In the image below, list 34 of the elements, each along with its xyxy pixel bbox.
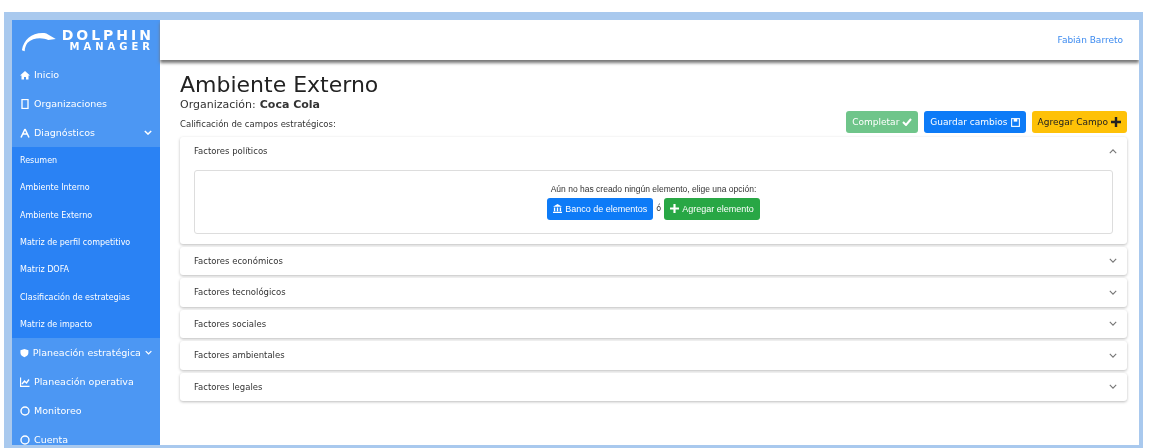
accordion-header[interactable]: Factores sociales	[180, 309, 1127, 338]
logo-text: MANAGER	[69, 42, 154, 52]
page-title: Ambiente Externo	[180, 72, 380, 98]
sidebar-subitem[interactable]: Ambiente Interno	[12, 174, 160, 202]
add-element-button[interactable]: Agregar elemento	[664, 197, 760, 220]
accordion-header[interactable]: Factores ambientales	[180, 341, 1127, 370]
sidebar-item[interactable]: Diagnósticos	[12, 118, 160, 147]
sidebar-item[interactable]: Cuenta	[12, 425, 160, 445]
complete-button[interactable]: Completar	[846, 111, 919, 133]
sidebar-subitem[interactable]: Matriz de impacto	[12, 310, 160, 339]
logo-text: DOLPHIN	[61, 28, 154, 42]
sidebar-subitem[interactable]: Matriz DOFA	[12, 256, 160, 284]
user-link[interactable]: Fabián Barreto	[1057, 35, 1123, 45]
accordion-header[interactable]: Factores políticos	[180, 137, 1127, 166]
accordion-header[interactable]: Factores tecnológicos	[180, 278, 1127, 307]
sidebar-subitem[interactable]: Matriz de perfil competitivo	[12, 228, 160, 257]
sidebar-item[interactable]: Monitoreo	[12, 396, 160, 426]
sidebar-item[interactable]: Planeación estratégica	[12, 338, 160, 368]
separator-text: ó	[656, 204, 662, 213]
save-button[interactable]: Guardar cambios	[924, 111, 1026, 133]
empty-message: Aún no has creado ningún elemento, elige una opción:	[550, 183, 757, 194]
bank-button[interactable]: Banco de elementos	[547, 197, 654, 220]
sidebar-item[interactable]: Inicio	[12, 60, 160, 89]
sidebar-subitem[interactable]: Resumen	[12, 147, 160, 175]
accordion-header[interactable]: Factores económicos	[180, 246, 1127, 275]
sidebar-subitem[interactable]: Clasificación de estrategias	[12, 283, 160, 311]
sidebar-subitem[interactable]: Ambiente Externo	[12, 201, 160, 229]
subtitle: Calificación de campos estratégicos:	[180, 119, 336, 131]
accordion-header[interactable]: Factores legales	[180, 372, 1127, 401]
sidebar-item[interactable]: Planeación operativa	[12, 367, 160, 397]
organization-label: Organización:	[180, 98, 256, 111]
organization-name: Coca Cola	[259, 98, 320, 111]
sidebar-item[interactable]: Organizaciones	[12, 89, 160, 118]
add-button[interactable]: Agregar Campo	[1031, 111, 1127, 133]
